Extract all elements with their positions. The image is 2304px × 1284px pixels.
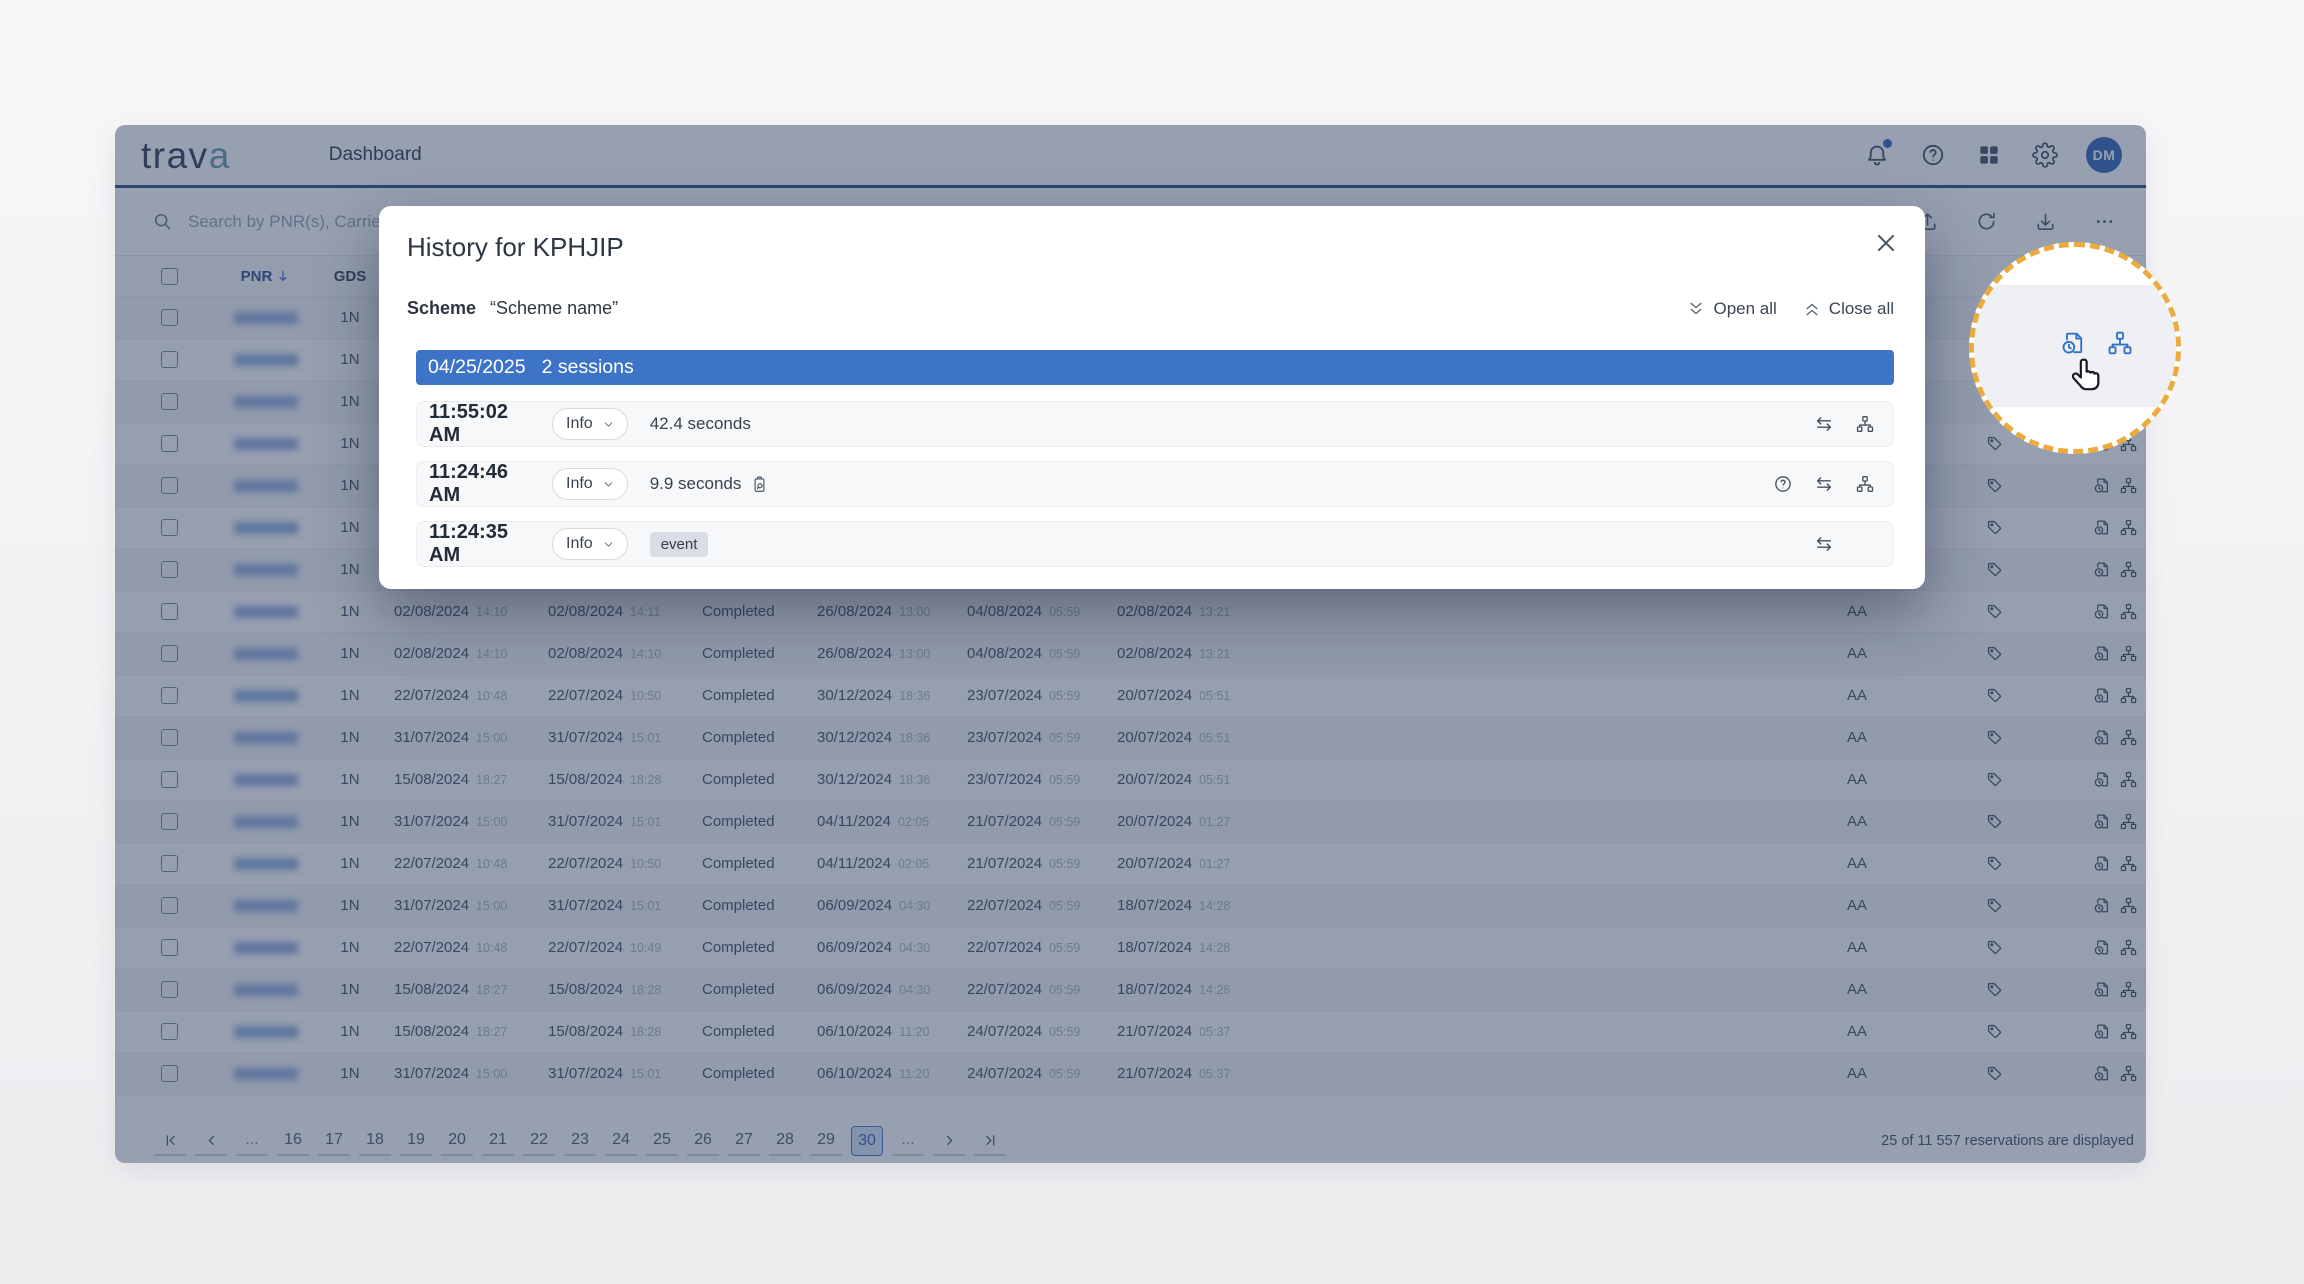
scheme-row: Scheme “Scheme name” Open all Close all xyxy=(407,298,1894,319)
session-group-count: 2 sessions xyxy=(542,356,634,379)
chevron-down-icon xyxy=(603,479,614,490)
hierarchy-icon[interactable] xyxy=(2106,329,2134,357)
scheme-label: Scheme xyxy=(407,298,476,319)
session-group-date: 04/25/2025 xyxy=(428,356,526,379)
open-all-button[interactable]: Open all xyxy=(1687,299,1776,319)
history-modal: History for KPHJIP Scheme “Scheme name” … xyxy=(379,206,1925,589)
session-group-header[interactable]: 04/25/2025 2 sessions xyxy=(416,350,1894,385)
question-icon[interactable] xyxy=(1773,474,1793,494)
session-duration: 42.4 seconds xyxy=(650,414,751,434)
session-row: 11:24:35 AM Info event xyxy=(416,521,1894,567)
session-actions xyxy=(1773,534,1875,554)
session-time: 11:24:35 AM xyxy=(429,521,536,567)
spotlight-highlight xyxy=(1969,242,2181,454)
chevron-down-icon xyxy=(603,419,614,430)
swap-icon[interactable] xyxy=(1814,534,1834,554)
open-all-label: Open all xyxy=(1713,299,1776,319)
session-time: 11:55:02 AM xyxy=(429,401,536,447)
session-time: 11:24:46 AM xyxy=(429,461,536,507)
modal-title: History for KPHJIP xyxy=(407,232,624,263)
log-level-select[interactable]: Info xyxy=(552,408,628,440)
close-icon[interactable] xyxy=(1873,230,1899,256)
session-actions xyxy=(1773,414,1875,434)
log-level-select[interactable]: Info xyxy=(552,468,628,500)
swap-icon[interactable] xyxy=(1814,414,1834,434)
swap-icon[interactable] xyxy=(1814,474,1834,494)
session-actions xyxy=(1773,474,1875,494)
close-all-label: Close all xyxy=(1829,299,1894,319)
cursor-icon xyxy=(2066,355,2106,395)
session-duration: 9.9 seconds xyxy=(650,474,770,494)
copy-icon[interactable] xyxy=(750,475,769,494)
log-level-select[interactable]: Info xyxy=(552,528,628,560)
history-icon[interactable] xyxy=(2060,329,2088,357)
session-row: 11:55:02 AM Info 42.4 seconds xyxy=(416,401,1894,447)
chevron-down-icon xyxy=(603,539,614,550)
scheme-value: “Scheme name” xyxy=(490,298,618,319)
event-badge: event xyxy=(650,532,709,557)
hierarchy-icon[interactable] xyxy=(1855,414,1875,434)
double-chevron-down-icon xyxy=(1687,300,1705,318)
hierarchy-icon[interactable] xyxy=(1855,474,1875,494)
close-all-button[interactable]: Close all xyxy=(1803,299,1894,319)
double-chevron-up-icon xyxy=(1803,300,1821,318)
session-row: 11:24:46 AM Info 9.9 seconds xyxy=(416,461,1894,507)
